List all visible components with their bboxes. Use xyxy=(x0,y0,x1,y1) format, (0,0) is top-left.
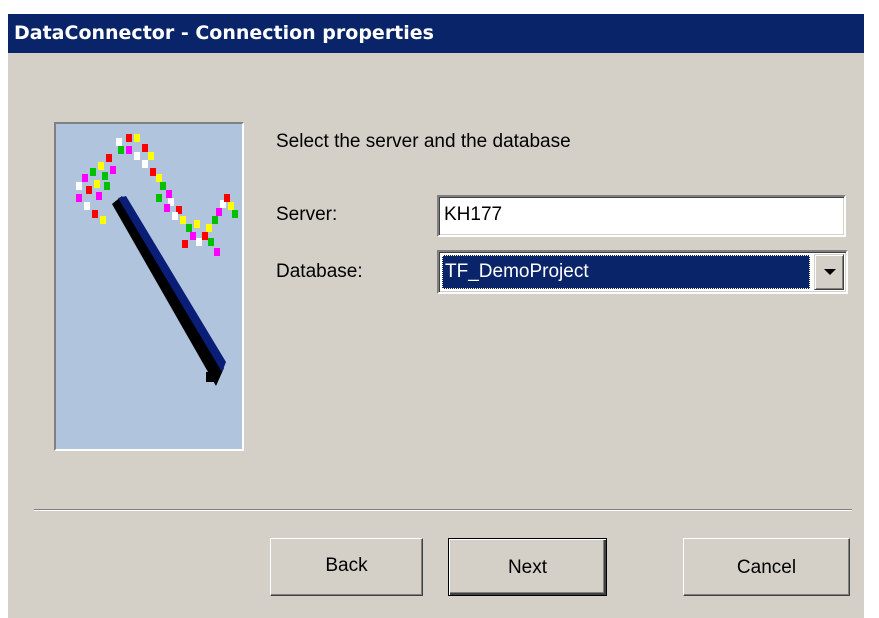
instruction-text: Select the server and the database xyxy=(276,131,571,152)
sparkle-dot xyxy=(134,152,140,160)
next-button[interactable]: Next xyxy=(448,538,607,596)
sparkle-dot xyxy=(224,194,230,202)
wizard-image xyxy=(54,122,244,451)
database-label: Database: xyxy=(276,261,363,282)
back-button[interactable]: Back xyxy=(270,538,423,596)
sparkle-dot xyxy=(100,216,106,224)
sparkle-dot xyxy=(156,194,162,202)
sparkle-dot xyxy=(150,168,156,176)
sparkle-dot xyxy=(196,238,202,246)
sparkle-dot xyxy=(202,232,208,240)
sparkle-dot xyxy=(82,174,88,182)
sparkle-dot xyxy=(232,210,238,218)
separator xyxy=(34,509,852,511)
sparkle-dot xyxy=(164,204,170,212)
sparkle-dot xyxy=(190,232,196,240)
sparkle-dot xyxy=(206,224,212,232)
database-select[interactable]: TF_DemoProject xyxy=(437,250,848,294)
sparkle-dot xyxy=(76,194,82,202)
sparkle-dot xyxy=(142,160,148,168)
sparkle-dot xyxy=(92,210,98,218)
sparkle-dot xyxy=(214,248,220,256)
server-label: Server: xyxy=(276,204,338,225)
sparkle-dot xyxy=(96,192,102,200)
database-selected-value[interactable]: TF_DemoProject xyxy=(442,255,810,289)
sparkle-dot xyxy=(194,220,200,228)
sparkle-dot xyxy=(116,138,122,146)
sparkle-dot xyxy=(90,168,96,176)
sparkle-dot xyxy=(216,208,222,216)
sparkle-dot xyxy=(102,172,108,180)
sparkle-dot xyxy=(172,212,178,220)
dropdown-button[interactable] xyxy=(814,254,844,290)
sparkle-dot xyxy=(208,238,214,246)
sparkle-dot xyxy=(106,154,112,162)
sparkle-dot xyxy=(228,202,234,210)
sparkle-dot xyxy=(186,224,192,232)
sparkle-dot xyxy=(142,144,148,152)
chevron-down-icon xyxy=(824,269,836,275)
sparkle-dot xyxy=(118,146,124,154)
cancel-button[interactable]: Cancel xyxy=(683,538,850,596)
server-input[interactable]: KH177 xyxy=(437,195,846,237)
sparkle-dot xyxy=(156,174,162,182)
sparkle-dot xyxy=(166,190,172,198)
sparkle-dot xyxy=(98,162,104,170)
sparkle-dot xyxy=(126,146,132,154)
sparkle-dot xyxy=(212,216,218,224)
sparkle-dot xyxy=(180,216,186,224)
sparkle-dot xyxy=(110,166,116,174)
sparkle-dot xyxy=(182,240,188,248)
sparkle-dot xyxy=(84,202,90,210)
sparkle-dot xyxy=(86,186,92,194)
data-wand-icon xyxy=(56,124,242,449)
sparkle-dot xyxy=(104,182,110,190)
sparkle-dot xyxy=(148,152,154,160)
sparkle-dot xyxy=(94,180,100,188)
sparkle-dot xyxy=(76,182,82,190)
sparkle-dot xyxy=(126,134,132,142)
dialog-window: DataConnector - Connection properties Se… xyxy=(8,14,864,618)
sparkle-dot xyxy=(134,134,140,142)
window-title: DataConnector - Connection properties xyxy=(8,14,864,53)
sparkle-dot xyxy=(160,182,166,190)
